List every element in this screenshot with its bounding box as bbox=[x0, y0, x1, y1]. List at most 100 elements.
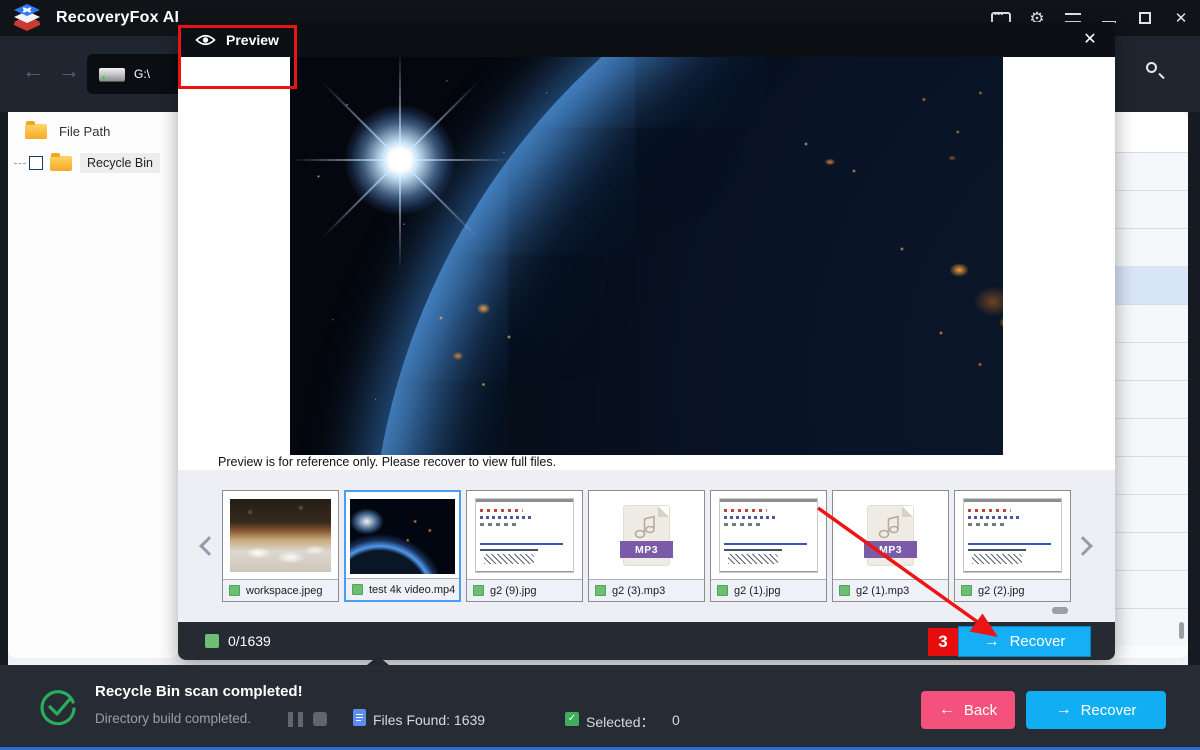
annotation-box-preview bbox=[178, 25, 297, 89]
file-name: g2 (1).mp3 bbox=[856, 585, 909, 597]
window-frame-left bbox=[0, 112, 8, 665]
mp3-badge: MP3 bbox=[864, 541, 917, 558]
preview-modal-body: Preview is for reference only. Please re… bbox=[178, 57, 1115, 622]
file-checkbox[interactable] bbox=[961, 585, 972, 596]
file-checkbox[interactable] bbox=[595, 585, 606, 596]
preview-modal-header: Preview ✕ bbox=[178, 22, 1115, 57]
drive-icon bbox=[99, 68, 125, 81]
sidebar-item-recycle-bin[interactable]: Recycle Bin bbox=[14, 153, 178, 173]
arrow-right-icon: → bbox=[1056, 702, 1072, 718]
sidebar: File Path Recycle Bin bbox=[8, 112, 178, 658]
planet-graphic bbox=[370, 57, 1003, 455]
stop-icon[interactable] bbox=[313, 712, 327, 726]
file-name: g2 (1).jpg bbox=[734, 585, 780, 597]
filmstrip-scrollbar[interactable] bbox=[1052, 607, 1068, 614]
back-button[interactable]: ← Back bbox=[921, 691, 1015, 729]
search-icon[interactable] bbox=[1144, 60, 1166, 82]
thumbnail-image[interactable]: g2 (1).jpg bbox=[710, 490, 827, 602]
recover-button-modal[interactable]: → Recover bbox=[958, 626, 1091, 657]
sidebar-header: File Path bbox=[8, 112, 178, 139]
close-button[interactable]: ✕ bbox=[1170, 6, 1192, 30]
pause-icon[interactable] bbox=[288, 712, 303, 727]
folder-icon bbox=[50, 156, 72, 171]
selected-label: Selected： bbox=[586, 712, 654, 732]
recover-button-label: Recover bbox=[1010, 633, 1066, 650]
document-icon bbox=[353, 709, 366, 726]
photo-thumbnail bbox=[230, 499, 331, 572]
arrow-left-icon: ← bbox=[939, 702, 955, 718]
selection-counter: 0/1639 bbox=[228, 633, 271, 649]
thumbnail-video-selected[interactable]: test 4k video.mp4 bbox=[344, 490, 461, 602]
modal-notch bbox=[367, 656, 389, 665]
table-row[interactable] bbox=[1115, 456, 1188, 494]
screenshot-thumbnail bbox=[475, 498, 574, 573]
files-found-label: Files Found: 1639 bbox=[373, 712, 485, 728]
table-row[interactable] bbox=[1115, 342, 1188, 380]
recycle-bin-checkbox[interactable] bbox=[29, 156, 43, 170]
thumbnail-audio[interactable]: MP3 g2 (3).mp3 bbox=[588, 490, 705, 602]
back-arrow-icon[interactable]: ← bbox=[22, 58, 44, 84]
table-row[interactable] bbox=[1115, 228, 1188, 266]
arrow-right-icon: → bbox=[984, 634, 1000, 650]
modal-close-icon[interactable]: ✕ bbox=[1077, 26, 1103, 52]
table-row[interactable] bbox=[1115, 532, 1188, 570]
thumbnail-audio[interactable]: MP3 g2 (1).mp3 bbox=[832, 490, 949, 602]
status-bar: Recycle Bin scan completed! Directory bu… bbox=[0, 665, 1200, 747]
scan-status-title: Recycle Bin scan completed! bbox=[95, 683, 303, 700]
app-logo-icon bbox=[10, 2, 44, 34]
file-list-scrollbar[interactable] bbox=[1179, 622, 1184, 639]
selected-value: 0 bbox=[672, 712, 680, 728]
file-list-header bbox=[1115, 112, 1188, 152]
forward-arrow-icon[interactable]: → bbox=[58, 58, 80, 84]
recover-button-label: Recover bbox=[1081, 702, 1137, 719]
table-row[interactable] bbox=[1115, 190, 1188, 228]
table-row[interactable] bbox=[1115, 418, 1188, 456]
sidebar-header-label: File Path bbox=[59, 124, 110, 139]
file-checkbox[interactable] bbox=[352, 584, 363, 595]
mp3-file-icon: MP3 bbox=[868, 506, 913, 565]
video-thumbnail bbox=[350, 499, 455, 574]
preview-image bbox=[290, 57, 1003, 455]
screenshot-thumbnail bbox=[963, 498, 1062, 573]
thumbnail-image[interactable]: g2 (9).jpg bbox=[466, 490, 583, 602]
window-frame-right bbox=[1188, 112, 1200, 665]
file-checkbox[interactable] bbox=[717, 585, 728, 596]
mp3-file-icon: MP3 bbox=[624, 506, 669, 565]
drive-selector[interactable]: G:\ bbox=[87, 54, 180, 94]
thumbnail-image[interactable]: g2 (2).jpg bbox=[954, 490, 1071, 602]
selected-checkbox-icon: ✓ bbox=[565, 712, 579, 726]
recover-button[interactable]: → Recover bbox=[1026, 691, 1166, 729]
table-row-selected[interactable] bbox=[1115, 266, 1188, 304]
file-checkbox[interactable] bbox=[229, 585, 240, 596]
file-list-panel bbox=[1115, 112, 1188, 658]
success-check-icon bbox=[38, 687, 78, 727]
table-row[interactable] bbox=[1115, 494, 1188, 532]
scan-status-subtitle: Directory build completed. bbox=[95, 711, 251, 726]
app-window: RecoveryFox AI ⚙ ✕ ← → G:\ File Path bbox=[0, 0, 1200, 750]
back-button-label: Back bbox=[964, 702, 997, 719]
select-all-checkbox[interactable] bbox=[205, 634, 219, 648]
tree-connector bbox=[14, 163, 26, 164]
file-checkbox[interactable] bbox=[839, 585, 850, 596]
thumbnail-workspace[interactable]: workspace.jpeg bbox=[222, 490, 339, 602]
screenshot-thumbnail bbox=[719, 498, 818, 573]
mp3-badge: MP3 bbox=[620, 541, 673, 558]
file-checkbox[interactable] bbox=[473, 585, 484, 596]
file-name: g2 (3).mp3 bbox=[612, 585, 665, 597]
maximize-button[interactable] bbox=[1134, 6, 1156, 30]
table-row[interactable] bbox=[1115, 570, 1188, 608]
file-name: test 4k video.mp4 bbox=[369, 584, 455, 596]
recycle-bin-label: Recycle Bin bbox=[80, 153, 160, 173]
table-row[interactable] bbox=[1115, 304, 1188, 342]
folder-icon bbox=[25, 124, 47, 139]
sun-graphic bbox=[345, 105, 455, 215]
file-name: g2 (9).jpg bbox=[490, 585, 536, 597]
drive-label: G:\ bbox=[134, 67, 150, 81]
table-row[interactable] bbox=[1115, 608, 1188, 646]
step-3-badge: 3 bbox=[928, 628, 958, 656]
file-name: workspace.jpeg bbox=[246, 585, 322, 597]
file-name: g2 (2).jpg bbox=[978, 585, 1024, 597]
table-row[interactable] bbox=[1115, 152, 1188, 190]
table-row[interactable] bbox=[1115, 380, 1188, 418]
app-title: RecoveryFox AI bbox=[56, 9, 179, 27]
